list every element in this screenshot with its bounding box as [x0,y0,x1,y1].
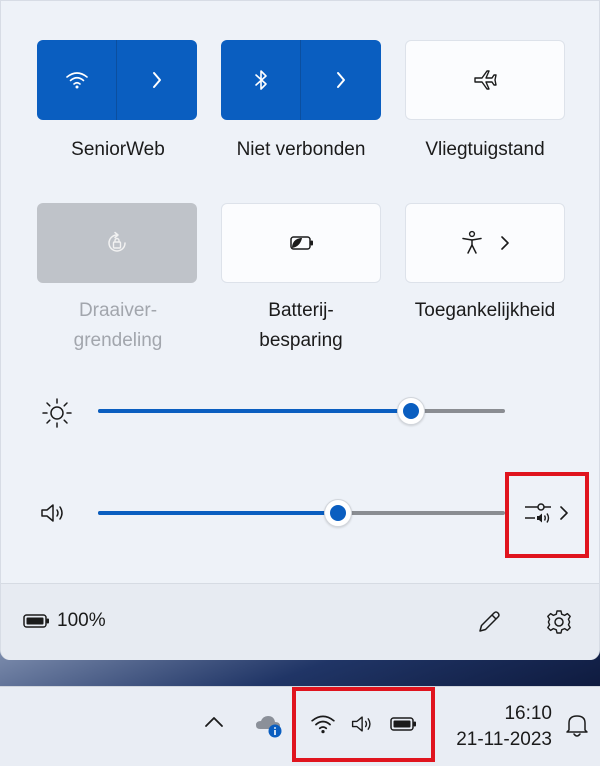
gear-icon [547,610,571,634]
battery-icon [23,614,49,628]
accessibility-tile-label: Toegankelijkheid [414,300,556,321]
brightness-icon [42,398,72,428]
brightness-slider-fill [98,409,412,413]
clock-time: 16:10 [504,703,552,724]
pencil-icon [479,611,500,632]
edit-quick-settings-button[interactable] [475,608,503,636]
battery-saver-icon [290,236,313,250]
wifi-tile[interactable] [37,40,197,120]
bluetooth-toggle-button[interactable] [221,40,301,120]
accessibility-icon [462,230,482,254]
wifi-toggle-button[interactable] [37,40,117,120]
chevron-right-icon [501,236,509,250]
battery-saver-tile-label: Batterij- besparing [259,300,343,351]
airplane-mode-tile-label: Vliegtuigstand [425,139,545,160]
highlight-system-tray [292,687,435,762]
battery-percentage: 100% [57,610,106,631]
settings-button[interactable] [545,608,573,636]
onedrive-icon [256,716,282,738]
onedrive-tray-icon[interactable] [254,711,286,739]
bell-icon [566,715,588,737]
notifications-button[interactable] [565,711,589,739]
bluetooth-tile[interactable] [221,40,381,120]
highlight-sound-mixer [505,472,589,558]
wifi-tile-label: SeniorWeb [71,139,165,160]
chevron-right-icon [337,72,345,88]
battery-status[interactable]: 100% [23,610,106,632]
bluetooth-expand-button[interactable] [301,40,381,120]
airplane-mode-tile[interactable] [405,40,565,120]
chevron-right-icon [153,72,161,88]
quick-settings-flyout: SeniorWeb Niet verbonden Vliegtuigstand … [0,0,600,660]
volume-slider-thumb[interactable] [324,499,353,527]
rotation-lock-icon [108,231,126,252]
volume-slider[interactable] [98,511,505,515]
bluetooth-icon [254,70,267,90]
brightness-slider-thumb[interactable] [397,397,426,425]
brightness-slider[interactable] [98,409,505,413]
rotation-lock-tile[interactable] [37,203,197,283]
brightness-row [1,391,600,431]
clock[interactable]: 16:10 21-11-2023 [440,701,552,753]
chevron-up-icon [205,717,223,727]
rotation-lock-tile-label: Draaiver- grendeling [73,300,163,351]
accessibility-tile[interactable] [405,203,565,283]
battery-saver-tile[interactable] [221,203,381,283]
mute-button[interactable] [39,501,69,525]
speaker-icon [41,504,63,522]
clock-date: 21-11-2023 [456,729,552,750]
wifi-expand-button[interactable] [117,40,197,120]
volume-slider-fill [98,511,339,515]
bluetooth-tile-label: Niet verbonden [236,139,366,160]
quick-settings-footer: 100% [1,583,599,660]
show-hidden-icons-button[interactable] [203,715,225,729]
airplane-icon [474,70,497,90]
wifi-icon [65,72,88,89]
